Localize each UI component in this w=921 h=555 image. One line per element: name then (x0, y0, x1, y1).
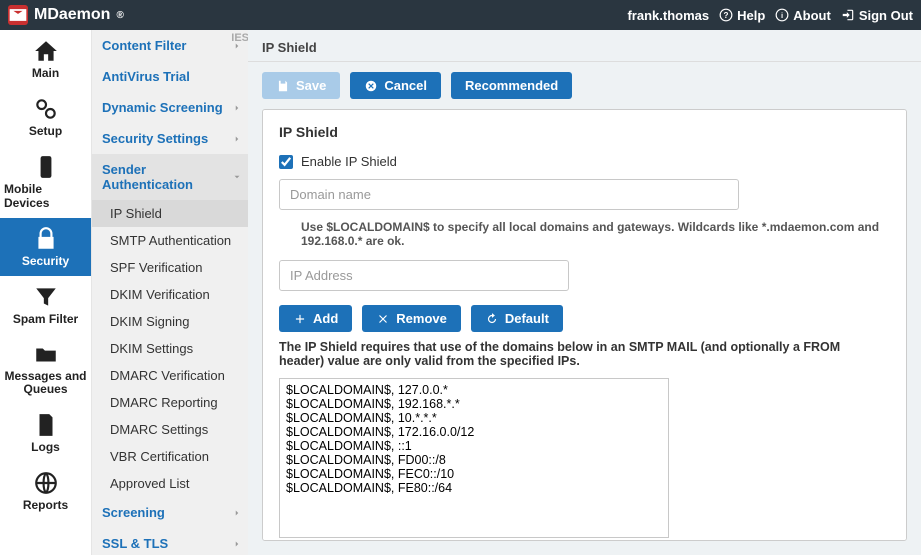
ip-shield-entries[interactable] (279, 378, 669, 538)
panel-title: IP Shield (279, 124, 890, 140)
side-nav: Content Filter IES AntiVirus Trial Dynam… (92, 30, 248, 555)
help-icon: ? (719, 8, 733, 22)
entry-buttons: Add Remove Default (279, 305, 890, 332)
remove-button[interactable]: Remove (362, 305, 461, 332)
sidebar-item-dkim-settings[interactable]: DKIM Settings (92, 335, 248, 362)
sidebar-item-security-settings[interactable]: Security Settings (92, 123, 248, 154)
brand: MDaemon ® (8, 5, 124, 25)
chevron-down-icon (232, 172, 242, 182)
enable-ip-shield-row[interactable]: Enable IP Shield (279, 154, 890, 169)
globe-icon (33, 470, 59, 496)
nav-setup[interactable]: Setup (0, 88, 91, 146)
chevron-right-icon (232, 539, 242, 549)
toolbar: Save Cancel Recommended (248, 62, 921, 109)
home-icon (33, 38, 59, 64)
funnel-icon (33, 284, 59, 310)
nav-spam[interactable]: Spam Filter (0, 276, 91, 334)
enable-ip-shield-checkbox[interactable] (279, 155, 293, 169)
sidebar-item-dkim-signing[interactable]: DKIM Signing (92, 308, 248, 335)
domain-hint: Use $LOCALDOMAIN$ to specify all local d… (301, 220, 881, 248)
nav-messages[interactable]: Messages and Queues (0, 334, 91, 404)
sidebar-item-ssl-tls[interactable]: SSL & TLS (92, 528, 248, 555)
icon-nav: Main Setup Mobile Devices Security Spam … (0, 30, 92, 555)
gears-icon (33, 96, 59, 122)
sidebar-item-dmarc-reporting[interactable]: DMARC Reporting (92, 389, 248, 416)
chevron-right-icon (232, 134, 242, 144)
save-button[interactable]: Save (262, 72, 340, 99)
nav-security[interactable]: Security (0, 218, 91, 276)
topbar: MDaemon ® frank.thomas ? Help i About Sig… (0, 0, 921, 30)
clipped-text: IES (231, 32, 248, 44)
svg-text:?: ? (724, 11, 729, 20)
svg-text:i: i (781, 11, 783, 20)
enable-ip-shield-label: Enable IP Shield (301, 154, 397, 169)
add-button[interactable]: Add (279, 305, 352, 332)
sidebar-item-screening[interactable]: Screening (92, 497, 248, 528)
sidebar-item-ip-shield[interactable]: IP Shield (92, 200, 248, 227)
signout-link[interactable]: Sign Out (841, 8, 913, 23)
chevron-right-icon (232, 508, 242, 518)
help-link[interactable]: ? Help (719, 8, 765, 23)
sidebar-item-dmarc-verification[interactable]: DMARC Verification (92, 362, 248, 389)
sidebar-item-spf[interactable]: SPF Verification (92, 254, 248, 281)
nav-logs[interactable]: Logs (0, 404, 91, 462)
info-icon: i (775, 8, 789, 22)
phone-icon (33, 154, 59, 180)
breadcrumb: IP Shield (248, 30, 921, 62)
signout-icon (841, 8, 855, 22)
nav-reports[interactable]: Reports (0, 462, 91, 520)
sidebar-item-sender-auth[interactable]: Sender Authentication (92, 154, 248, 200)
brand-text: MDaemon (34, 6, 110, 24)
refresh-icon (485, 312, 499, 326)
sidebar-item-antivirus[interactable]: AntiVirus Trial (92, 61, 248, 92)
topbar-right: frank.thomas ? Help i About Sign Out (627, 8, 913, 23)
current-user: frank.thomas (627, 8, 709, 23)
sidebar-item-smtp-auth[interactable]: SMTP Authentication (92, 227, 248, 254)
sidebar-item-dynamic-screening[interactable]: Dynamic Screening (92, 92, 248, 123)
brand-reg: ® (116, 10, 123, 21)
settings-panel: IP Shield Enable IP Shield Use $LOCALDOM… (262, 109, 907, 541)
cancel-button[interactable]: Cancel (350, 72, 441, 99)
lock-icon (33, 226, 59, 252)
sidebar-item-content-filter[interactable]: Content Filter IES (92, 30, 248, 61)
brand-icon (8, 5, 28, 25)
about-link[interactable]: i About (775, 8, 831, 23)
plus-icon (293, 312, 307, 326)
default-button[interactable]: Default (471, 305, 563, 332)
nav-mobile[interactable]: Mobile Devices (0, 146, 91, 218)
chevron-right-icon (232, 103, 242, 113)
ip-address-input[interactable] (279, 260, 569, 291)
sidebar-item-vbr[interactable]: VBR Certification (92, 443, 248, 470)
folder-icon (33, 342, 59, 368)
recommended-button[interactable]: Recommended (451, 72, 572, 99)
sidebar-item-dmarc-settings[interactable]: DMARC Settings (92, 416, 248, 443)
content-area: IP Shield Save Cancel Recommended IP Shi… (248, 30, 921, 555)
document-icon (33, 412, 59, 438)
save-icon (276, 79, 290, 93)
description-text: The IP Shield requires that use of the d… (279, 340, 879, 368)
sidebar-item-approved-list[interactable]: Approved List (92, 470, 248, 497)
nav-main[interactable]: Main (0, 30, 91, 88)
cancel-icon (364, 79, 378, 93)
sidebar-item-dkim-verification[interactable]: DKIM Verification (92, 281, 248, 308)
domain-name-input[interactable] (279, 179, 739, 210)
remove-icon (376, 312, 390, 326)
